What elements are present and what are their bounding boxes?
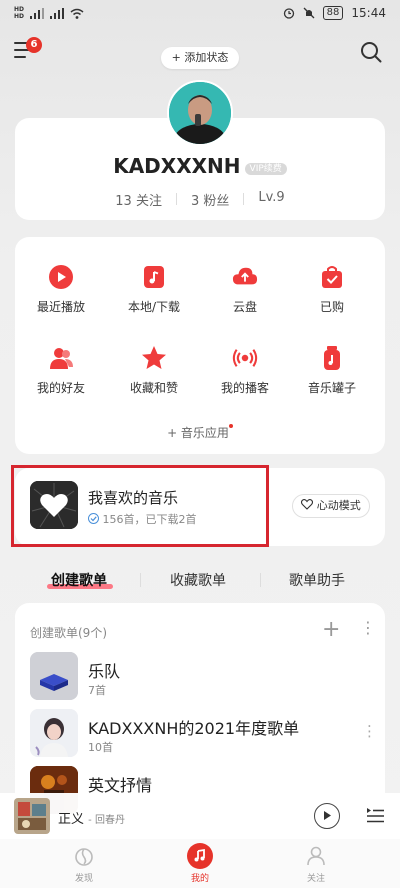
favorite-cover: [30, 481, 78, 529]
wifi-icon: [70, 8, 84, 19]
search-icon[interactable]: [360, 41, 382, 63]
app-cloud-drive[interactable]: 云盘: [199, 264, 291, 315]
star-icon: [141, 345, 167, 371]
nav-label: 关注: [306, 874, 325, 884]
app-local-download[interactable]: 本地/下载: [108, 264, 200, 315]
playlist-title[interactable]: KADXXXNH的2021年度歌单: [88, 715, 299, 739]
tab-created-playlists[interactable]: 创建歌单: [51, 570, 107, 590]
heart-mode-button[interactable]: 心动模式: [292, 494, 370, 518]
more-apps-label: + 音乐应用: [167, 426, 229, 440]
fans-count[interactable]: 3 粉丝: [191, 190, 229, 209]
notification-dot: [228, 424, 233, 428]
profile-name[interactable]: KADXXXNH VIP续费: [0, 154, 400, 178]
status-bar: HD HD 88 15:44: [0, 0, 400, 28]
download-check-icon: [88, 513, 99, 524]
music-jar-icon: [319, 345, 345, 371]
favorite-subtitle: 156首，已下载2首: [88, 511, 197, 527]
bag-check-icon: [319, 264, 345, 290]
tab-collected-playlists[interactable]: 收藏歌单: [170, 570, 226, 590]
vip-badge[interactable]: VIP续费: [244, 163, 287, 175]
music-file-icon: [141, 264, 167, 290]
broadcast-icon: [232, 345, 258, 371]
app-my-podcast[interactable]: 我的播客: [199, 345, 291, 396]
divider: [243, 193, 245, 205]
app-label: 已购: [319, 300, 344, 314]
app-recent-play[interactable]: 最近播放: [15, 264, 107, 315]
alarm-icon: [283, 8, 294, 19]
app-collections[interactable]: 收藏和赞: [108, 345, 200, 396]
playlist-header: 创建歌单(9个): [30, 626, 107, 640]
row-more-icon[interactable]: ⋮: [362, 722, 377, 740]
app-label: 音乐罐子: [307, 381, 356, 395]
play-icon: [324, 811, 331, 820]
app-label: 我的好友: [36, 381, 85, 395]
tab-divider: [140, 573, 141, 587]
nav-my-music[interactable]: 我的: [160, 843, 240, 884]
divider: [175, 193, 177, 205]
playlist-count: 7首: [88, 684, 106, 697]
follow-icon: [303, 843, 329, 869]
playlist-count: 10首: [88, 741, 113, 754]
playlist-cover[interactable]: [30, 652, 78, 700]
now-playing-info[interactable]: 正义 - 回春丹: [58, 808, 125, 827]
song-artist: - 回春丹: [88, 815, 125, 826]
song-title: 正义: [58, 812, 85, 827]
nav-follow[interactable]: 关注: [276, 843, 356, 884]
app-label: 我的播客: [220, 381, 269, 395]
app-purchased[interactable]: 已购: [286, 264, 378, 315]
clock: 15:44: [351, 6, 386, 20]
sim1-label: HD: [14, 6, 25, 13]
signal-icon: [30, 7, 45, 19]
app-label: 本地/下载: [127, 300, 181, 314]
app-my-friends[interactable]: 我的好友: [15, 345, 107, 396]
following-count[interactable]: 13 关注: [115, 190, 162, 209]
heart-icon: [301, 499, 314, 510]
tab-divider: [260, 573, 261, 587]
signal-icon-2: [50, 7, 65, 19]
more-options-icon[interactable]: ⋮: [360, 618, 376, 637]
play-circle-icon: [48, 264, 74, 290]
profile-stats: 13 关注 3 粉丝 Lv.9: [0, 190, 400, 209]
more-apps-button[interactable]: + 音乐应用: [0, 424, 400, 441]
battery-indicator: 88: [322, 6, 344, 20]
mute-icon: [303, 7, 315, 19]
app-label: 云盘: [232, 300, 257, 314]
status-left: HD HD: [14, 6, 84, 20]
nav-discover[interactable]: 发现: [44, 843, 124, 884]
heart-mode-label: 心动模式: [316, 499, 361, 512]
discover-icon: [71, 843, 97, 869]
playlist-title[interactable]: 乐队: [88, 658, 120, 682]
add-playlist-icon[interactable]: +: [322, 617, 340, 642]
playlist-cover[interactable]: [30, 709, 78, 757]
favorite-title: 我喜欢的音乐: [88, 489, 179, 507]
app-label: 收藏和赞: [129, 381, 178, 395]
cloud-upload-icon: [232, 264, 258, 290]
add-status-button[interactable]: + 添加状态: [161, 47, 239, 69]
playlist-queue-icon[interactable]: [364, 805, 386, 827]
avatar[interactable]: [167, 80, 233, 146]
menu-badge: 6: [26, 37, 42, 53]
now-playing-cover[interactable]: [14, 798, 50, 834]
my-music-icon: [187, 843, 213, 869]
sim-indicator: HD HD: [14, 6, 24, 20]
tab-playlist-assistant[interactable]: 歌单助手: [289, 570, 345, 590]
app-label: 最近播放: [36, 300, 85, 314]
friends-icon: [48, 345, 74, 371]
app-music-jar[interactable]: 音乐罐子: [286, 345, 378, 396]
favorite-count: 156首，已下载2首: [102, 513, 197, 526]
username-text: KADXXXNH: [113, 154, 241, 178]
play-button[interactable]: [314, 803, 340, 829]
nav-label: 发现: [74, 874, 93, 884]
sim2-label: HD: [14, 13, 25, 20]
level-label[interactable]: Lv.9: [258, 190, 284, 209]
status-right: 88 15:44: [283, 6, 386, 20]
nav-label: 我的: [190, 874, 209, 884]
